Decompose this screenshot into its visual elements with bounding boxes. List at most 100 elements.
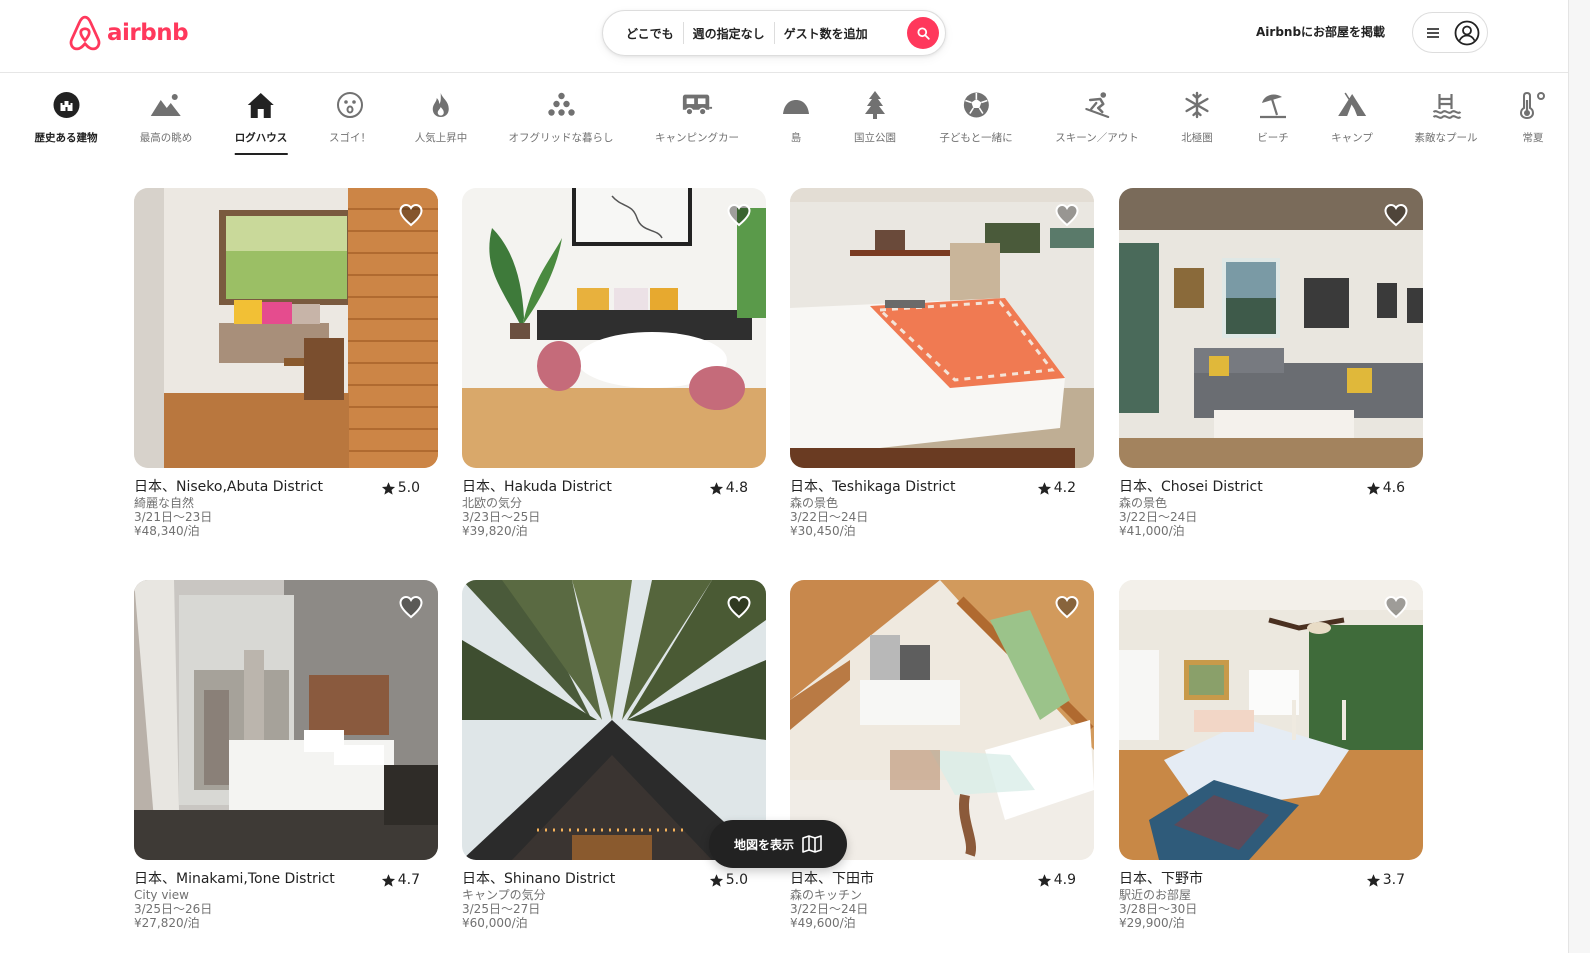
castle-icon	[53, 92, 79, 118]
search-guests[interactable]: ゲスト数を追加	[775, 25, 877, 42]
search-location[interactable]: どこでも	[617, 25, 683, 42]
star-icon	[381, 873, 395, 887]
search-dates[interactable]: 週の指定なし	[684, 25, 774, 42]
category-beach[interactable]: ビーチ	[1257, 89, 1289, 153]
listing-photo[interactable]	[1119, 580, 1423, 860]
category-bar: 歴史ある建物 最高の眺め ログハウス スゴイ！ 人気上昇中 オフグリッドな暮らし…	[0, 73, 1568, 163]
rating-value: 4.6	[1382, 480, 1405, 496]
favorite-heart-icon[interactable]	[398, 594, 424, 620]
category-islands[interactable]: 島	[780, 89, 812, 153]
category-arctic[interactable]: 北極圏	[1181, 89, 1213, 153]
category-national-parks[interactable]: 国立公園	[854, 89, 896, 153]
favorite-heart-icon[interactable]	[1054, 594, 1080, 620]
listing-subtitle: キャンプの気分	[462, 888, 546, 902]
soccer-ball-icon	[963, 92, 989, 118]
listing-dates: 3/21日～23日	[134, 510, 213, 524]
listing-info: 日本、Teshikaga District 4.2 森の景色 3/22日～24日…	[790, 478, 1094, 538]
listing-rating: 4.9	[1037, 872, 1076, 888]
listing-rating: 5.0	[381, 480, 420, 496]
category-family[interactable]: 子どもと一緒に	[939, 89, 1013, 153]
listing-price: ¥30,450/泊	[790, 524, 856, 538]
listing-rating: 3.7	[1366, 872, 1405, 888]
listing-image	[134, 188, 438, 468]
listing-image	[134, 580, 438, 860]
listing-card[interactable]: 日本、Shinano District 5.0 キャンプの気分 3/25日～27…	[462, 580, 766, 930]
star-icon	[1037, 873, 1051, 887]
listing-card[interactable]: 日本、下田市 4.9 森のキッチン 3/22日～24日 ¥49,600/泊	[790, 580, 1094, 930]
listing-rating: 4.2	[1037, 480, 1076, 496]
category-camping[interactable]: キャンプ	[1331, 89, 1373, 153]
listing-dates: 3/23日～25日	[462, 510, 541, 524]
favorite-heart-icon[interactable]	[726, 594, 752, 620]
search-bar[interactable]: どこでも 週の指定なし ゲスト数を追加	[602, 10, 946, 56]
wow-face-icon	[337, 92, 363, 118]
search-button[interactable]	[907, 17, 939, 49]
rating-value: 4.7	[397, 872, 420, 888]
favorite-heart-icon[interactable]	[1054, 202, 1080, 228]
listing-image	[1119, 188, 1423, 468]
category-pools[interactable]: 素敵なプール	[1415, 89, 1478, 153]
favorite-heart-icon[interactable]	[1383, 202, 1409, 228]
listing-photo[interactable]	[790, 188, 1094, 468]
listing-price: ¥60,000/泊	[462, 916, 528, 930]
listing-subtitle: 綺麗な自然	[134, 496, 195, 510]
listing-price: ¥29,900/泊	[1119, 916, 1185, 930]
star-icon	[709, 873, 723, 887]
listing-card[interactable]: 日本、Minakami,Tone District 4.7 City view …	[134, 580, 438, 930]
thermometer-icon	[1519, 91, 1545, 120]
listing-photo[interactable]	[134, 580, 438, 860]
listing-card[interactable]: 日本、Chosei District 4.6 森の景色 3/22日～24日 ¥4…	[1119, 188, 1423, 538]
category-label: 素敵なプール	[1414, 132, 1478, 144]
category-historic[interactable]: 歴史ある建物	[35, 89, 98, 153]
skier-icon	[1084, 92, 1109, 118]
listing-rating: 5.0	[709, 872, 748, 888]
favorite-heart-icon[interactable]	[1383, 594, 1409, 620]
favorite-heart-icon[interactable]	[726, 202, 752, 228]
snowflake-icon	[1185, 91, 1209, 119]
listing-info: 日本、Niseko,Abuta District 5.0 綺麗な自然 3/21日…	[134, 478, 438, 538]
rating-value: 5.0	[725, 872, 748, 888]
airbnb-logo[interactable]: airbnb	[68, 15, 189, 51]
listing-photo[interactable]	[790, 580, 1094, 860]
category-wow[interactable]: スゴイ！	[329, 89, 371, 153]
listing-subtitle: 森の景色	[1119, 496, 1168, 510]
favorite-heart-icon[interactable]	[398, 202, 424, 228]
category-trending[interactable]: 人気上昇中	[414, 89, 468, 153]
brand-name: airbnb	[107, 20, 189, 46]
rating-value: 4.2	[1053, 480, 1076, 496]
listing-photo[interactable]	[462, 580, 766, 860]
category-label: 人気上昇中	[414, 132, 468, 144]
rating-value: 4.9	[1053, 872, 1076, 888]
rating-value: 3.7	[1382, 872, 1405, 888]
host-your-home-link[interactable]: Airbnbにお部屋を掲載	[1256, 23, 1385, 40]
listing-photo[interactable]	[1119, 188, 1423, 468]
category-label: 最高の眺め	[139, 132, 193, 144]
listing-image	[1119, 580, 1423, 860]
category-tropical[interactable]: 常夏	[1517, 89, 1549, 153]
category-off-grid[interactable]: オフグリッドな暮らし	[509, 89, 614, 153]
listing-card[interactable]: 日本、Hakuda District 4.8 北欧の気分 3/23日～25日 ¥…	[462, 188, 766, 538]
user-menu-button[interactable]	[1412, 12, 1488, 53]
listing-card[interactable]: 日本、Teshikaga District 4.2 森の景色 3/22日～24日…	[790, 188, 1094, 538]
listing-price: ¥27,820/泊	[134, 916, 200, 930]
listing-dates: 3/22日～24日	[1119, 510, 1198, 524]
listing-card[interactable]: 日本、Niseko,Abuta District 5.0 綺麗な自然 3/21日…	[134, 188, 438, 538]
listing-rating: 4.6	[1366, 480, 1405, 496]
listing-image	[462, 580, 766, 860]
category-cabins[interactable]: ログハウス	[234, 89, 288, 155]
campervan-icon	[682, 94, 713, 116]
listing-price: ¥48,340/泊	[134, 524, 200, 538]
listing-card[interactable]: 日本、下野市 3.7 駅近のお部屋 3/28日～30日 ¥29,900/泊	[1119, 580, 1423, 930]
listing-info: 日本、Minakami,Tone District 4.7 City view …	[134, 870, 438, 930]
category-campervans[interactable]: キャンピングカー	[655, 89, 739, 153]
listing-info: 日本、Shinano District 5.0 キャンプの気分 3/25日～27…	[462, 870, 766, 930]
vertical-scrollbar[interactable]	[1568, 0, 1590, 953]
cabin-icon	[248, 93, 274, 118]
listing-rating: 4.7	[381, 872, 420, 888]
show-map-button[interactable]: 地図を表示	[709, 820, 847, 868]
category-ski[interactable]: スキーン／アウト	[1055, 89, 1139, 153]
rating-value: 5.0	[397, 480, 420, 496]
listing-photo[interactable]	[134, 188, 438, 468]
category-views[interactable]: 最高の眺め	[139, 89, 193, 153]
listing-photo[interactable]	[462, 188, 766, 468]
